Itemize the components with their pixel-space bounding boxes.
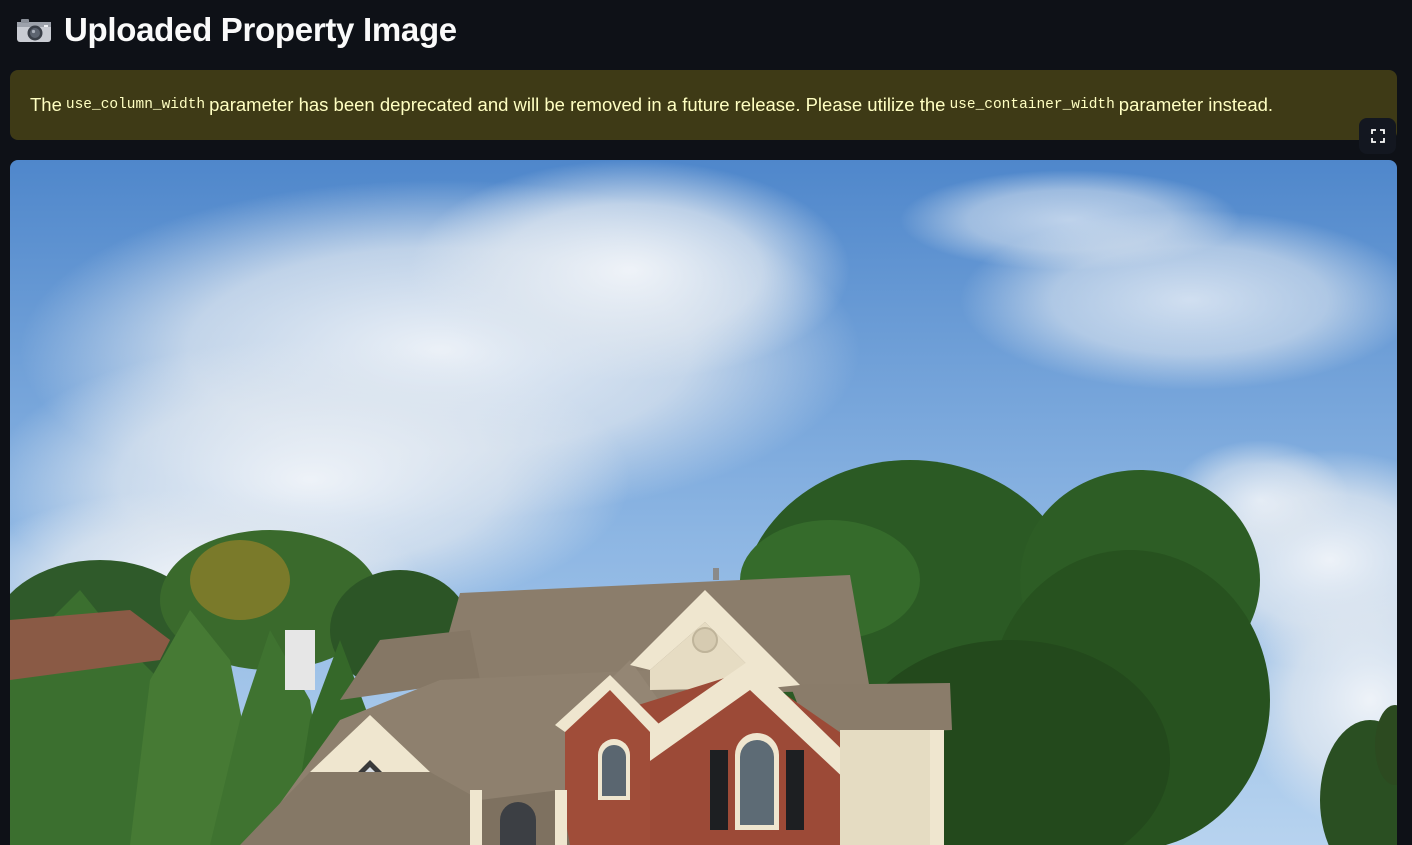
page-title: Uploaded Property Image: [64, 11, 457, 48]
page-header: Uploaded Property Image: [16, 8, 457, 52]
app-page: Uploaded Property Image The use_column_w…: [0, 0, 1412, 845]
property-image: [10, 160, 1397, 845]
fullscreen-button[interactable]: [1359, 118, 1396, 154]
camera-icon: [17, 19, 51, 42]
fullscreen-icon: [1370, 129, 1385, 143]
warning-text-1: The: [30, 94, 62, 115]
warning-code-1: use_column_width: [65, 97, 206, 113]
warning-code-2: use_container_width: [949, 97, 1115, 113]
warning-text-3: parameter instead.: [1118, 94, 1274, 115]
warning-text-2: parameter has been deprecated and will b…: [209, 94, 946, 115]
deprecation-warning: The use_column_width parameter has been …: [10, 70, 1397, 140]
